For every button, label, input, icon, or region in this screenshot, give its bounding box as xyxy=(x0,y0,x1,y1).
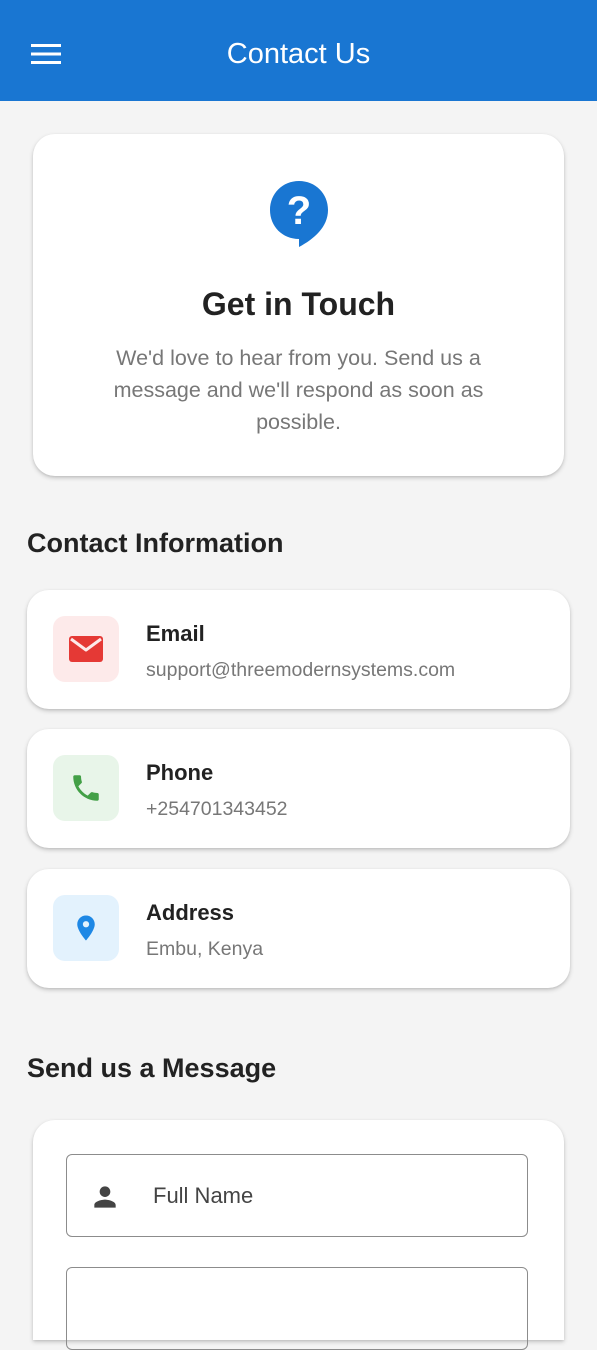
address-icon-box xyxy=(53,895,119,961)
email-icon-box xyxy=(53,616,119,682)
email-value[interactable]: support@threemodernsystems.com xyxy=(146,657,455,683)
next-form-field[interactable] xyxy=(66,1267,528,1350)
mail-icon xyxy=(69,636,103,662)
full-name-field[interactable]: Full Name xyxy=(66,1154,528,1237)
location-pin-icon xyxy=(77,915,95,941)
email-label: Email xyxy=(146,621,205,646)
phone-label: Phone xyxy=(146,760,214,785)
full-name-placeholder: Full Name xyxy=(153,1183,254,1208)
phone-icon-box xyxy=(53,755,119,821)
phone-icon xyxy=(73,775,99,801)
page-title: Contact Us xyxy=(226,38,371,70)
address-card[interactable]: Address Embu, Kenya xyxy=(27,869,570,988)
svg-text:?: ? xyxy=(287,189,311,233)
app-bar: Contact Us xyxy=(0,0,597,101)
phone-value[interactable]: +254701343452 xyxy=(146,796,288,822)
get-in-touch-card: ? Get in Touch We'd love to hear from yo… xyxy=(33,134,564,476)
person-icon xyxy=(94,1186,116,1208)
hero-description: We'd love to hear from you. Send us a me… xyxy=(113,346,484,434)
address-value: Embu, Kenya xyxy=(146,938,264,960)
email-card[interactable]: Email support@threemodernsystems.com xyxy=(27,590,570,709)
message-form-card: Full Name xyxy=(33,1120,564,1350)
hero-title: Get in Touch xyxy=(201,286,396,322)
help-bubble-icon: ? xyxy=(270,181,328,247)
contact-information-heading: Contact Information xyxy=(27,528,284,558)
address-label: Address xyxy=(146,900,235,925)
phone-card[interactable]: Phone +254701343452 xyxy=(27,729,570,848)
send-message-heading: Send us a Message xyxy=(27,1053,277,1083)
